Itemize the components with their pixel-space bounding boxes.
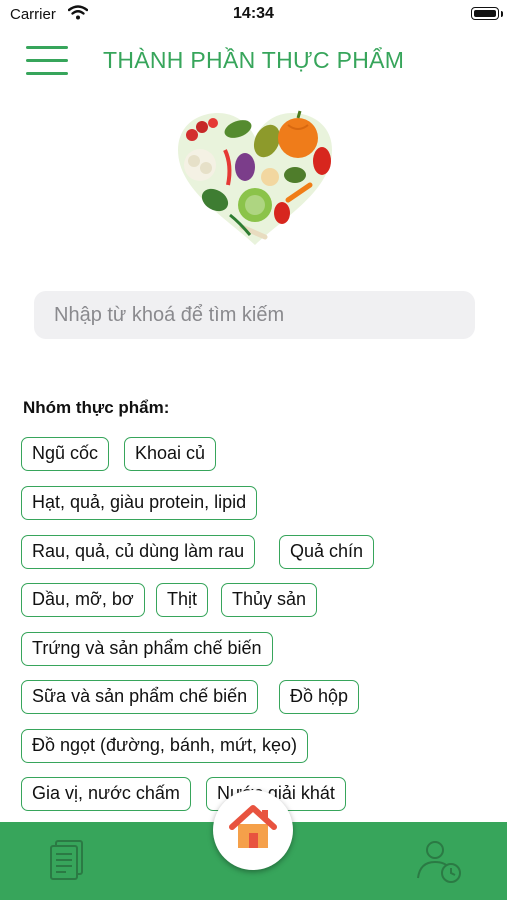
status-bar: Carrier 14:34 — [0, 0, 507, 30]
chip-khoai-cu[interactable]: Khoai củ — [124, 437, 217, 471]
vegetable-heart-illustration — [178, 110, 332, 245]
chip-qua-chin[interactable]: Quả chín — [279, 535, 375, 569]
document-list-icon[interactable] — [48, 838, 90, 880]
chip-gia-vi[interactable]: Gia vị, nước chấm — [21, 777, 191, 811]
chip-rau-qua-cu[interactable]: Rau, quả, củ dùng làm rau — [21, 535, 256, 569]
status-time: 14:34 — [233, 5, 274, 22]
menu-button[interactable] — [26, 46, 68, 76]
battery-icon — [471, 7, 499, 20]
chip-hat-qua[interactable]: Hạt, quả, giàu protein, lipid — [21, 486, 258, 520]
hamburger-menu-icon — [26, 46, 68, 49]
chip-trung[interactable]: Trứng và sản phẩm chế biến — [21, 632, 273, 666]
food-groups-heading: Nhóm thực phẩm: — [23, 398, 170, 417]
user-history-icon[interactable] — [415, 838, 463, 884]
chip-ngu-coc[interactable]: Ngũ cốc — [21, 437, 110, 471]
chip-do-ngot[interactable]: Đồ ngọt (đường, bánh, mứt, kẹo) — [21, 729, 309, 763]
search-input[interactable] — [34, 291, 475, 339]
chip-do-hop[interactable]: Đồ hộp — [279, 680, 360, 714]
chip-thuy-san[interactable]: Thủy sản — [221, 583, 318, 617]
chip-thit[interactable]: Thịt — [156, 583, 209, 617]
chip-sua[interactable]: Sữa và sản phẩm chế biến — [21, 680, 259, 714]
chip-dau-mo-bo[interactable]: Dầu, mỡ, bơ — [21, 583, 145, 617]
home-button[interactable] — [213, 790, 293, 870]
home-icon — [229, 805, 277, 848]
page-title: THÀNH PHẦN THỰC PHẨM — [103, 47, 405, 73]
